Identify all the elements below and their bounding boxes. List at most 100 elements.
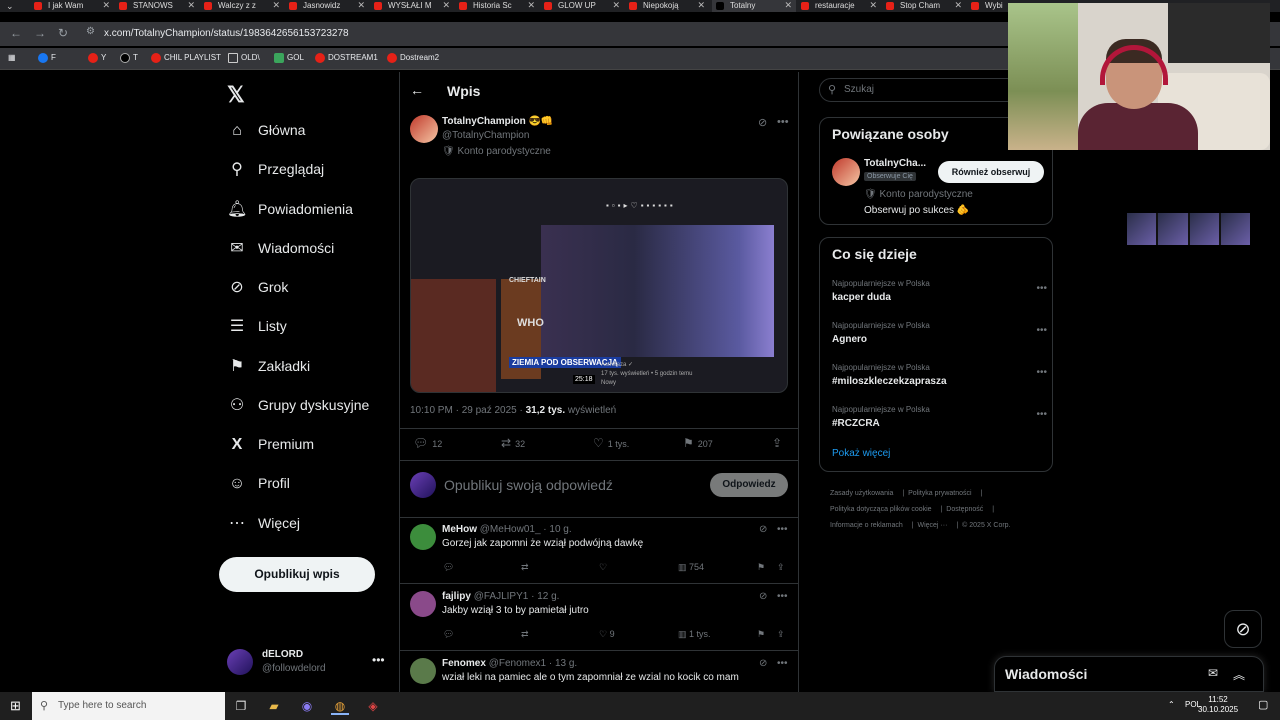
close-tab-icon[interactable]: ✕ xyxy=(272,0,280,11)
app-icon[interactable]: ◉ xyxy=(298,697,316,715)
share-icon[interactable]: ⇪ xyxy=(772,436,786,450)
file-explorer-icon[interactable]: ▰ xyxy=(265,697,283,715)
url-field[interactable]: x.com/TotalnyChampion/status/19836426561… xyxy=(104,28,349,39)
nav-item-grok[interactable]: ⊘ Grok xyxy=(227,274,397,304)
reply-input[interactable]: Opublikuj swoją odpowiedź xyxy=(444,477,613,493)
trend-item[interactable]: Najpopularniejsze w Polska #miloszkleczek… xyxy=(832,363,1047,399)
nav-item-bookmarks[interactable]: ⚑ Zakładki xyxy=(227,353,397,383)
bookmark-item[interactable]: DOSTREAM1 xyxy=(315,53,378,63)
taskbar-search-input[interactable]: ⚲ Type here to search xyxy=(32,692,225,720)
trend-item[interactable]: Najpopularniejsze w Polska kacper duda ••• xyxy=(832,279,1047,315)
close-tab-icon[interactable]: ✕ xyxy=(869,0,877,11)
close-tab-icon[interactable]: ✕ xyxy=(612,0,620,11)
browser-tab[interactable]: GLOW UP ✕ xyxy=(540,0,624,12)
heart-icon[interactable]: ♡ xyxy=(599,562,607,573)
browser-tab[interactable]: Walczy z z ✕ xyxy=(200,0,284,12)
new-message-icon[interactable]: ✉ xyxy=(1208,666,1218,680)
bookmark-item[interactable]: F xyxy=(38,53,56,63)
bookmark-folder[interactable]: OLD\ xyxy=(228,53,260,63)
like-button[interactable]: ♡ 1 tys. xyxy=(593,436,629,450)
post-button[interactable]: Opublikuj wpis xyxy=(219,557,375,592)
more-dots-icon[interactable]: ••• xyxy=(1036,325,1047,336)
close-tab-icon[interactable]: ✕ xyxy=(954,0,962,11)
browser-tab[interactable]: I jak Wam ✕ xyxy=(30,0,114,12)
grok-icon[interactable]: ⊘ xyxy=(758,116,767,129)
bookmark-item[interactable]: GOL xyxy=(274,53,304,63)
browser-tab[interactable]: Historia Sc ✕ xyxy=(455,0,539,12)
browser-tab[interactable]: Jasnowidz ✕ xyxy=(285,0,369,12)
reply-submit-button[interactable]: Odpowiedz xyxy=(710,473,788,497)
avatar[interactable] xyxy=(410,524,436,550)
browser-tab[interactable]: Niepokoją ✕ xyxy=(625,0,709,12)
nav-item-explore[interactable]: ⚲ Przeglądaj xyxy=(227,156,397,186)
browser-tab[interactable]: Wybi xyxy=(967,0,1007,12)
share-icon[interactable]: ⇪ xyxy=(777,629,785,640)
reply-item[interactable]: Fenomex @Fenomex1 · 13 g. ⊘ ••• wział le… xyxy=(400,652,798,692)
bookmark-icon[interactable]: ⚑ xyxy=(757,562,765,573)
nav-item-notifications[interactable]: 🔔︎ Powiadomienia xyxy=(227,196,397,226)
views-button[interactable]: ▥ 1 tys. xyxy=(678,629,711,640)
bookmark-button[interactable]: ⚑ 207 xyxy=(683,436,713,450)
close-tab-icon[interactable]: ✕ xyxy=(527,0,535,11)
nav-item-more[interactable]: ⋯ Więcej xyxy=(227,510,397,540)
nav-item-home[interactable]: ⌂ Główna xyxy=(227,117,397,147)
bookmark-icon[interactable]: ⚑ xyxy=(757,629,765,640)
show-more-link[interactable]: Pokaż więcej xyxy=(832,448,890,459)
task-view-icon[interactable]: ❐ xyxy=(232,697,250,715)
close-tab-icon[interactable]: ✕ xyxy=(102,0,110,11)
close-tab-icon[interactable]: ✕ xyxy=(784,0,792,11)
author-name[interactable]: TotalnyChampion 😎👊 xyxy=(442,116,553,127)
more-dots-icon[interactable]: ••• xyxy=(1036,367,1047,378)
search-input[interactable]: ⚲ Szukaj xyxy=(819,78,1019,102)
grok-icon[interactable]: ⊘ xyxy=(759,591,767,602)
follow-back-button[interactable]: Również obserwuj xyxy=(938,161,1044,183)
repost-button[interactable]: ⇄ 32 xyxy=(501,436,525,450)
back-arrow-icon[interactable]: ← xyxy=(410,82,424,98)
more-dots-icon[interactable]: ••• xyxy=(1036,283,1047,294)
account-switcher[interactable]: dELORD @followdelord ••• xyxy=(227,647,397,687)
like-button[interactable]: ♡ 9 xyxy=(599,629,615,640)
more-dots-icon[interactable]: ••• xyxy=(777,658,788,669)
grok-floating-button[interactable]: ⊘ xyxy=(1224,610,1262,648)
share-icon[interactable]: ⇪ xyxy=(777,562,785,573)
close-tab-icon[interactable]: ✕ xyxy=(187,0,195,11)
windows-start-icon[interactable]: ⊞ xyxy=(10,698,21,714)
more-dots-icon[interactable]: ••• xyxy=(1036,409,1047,420)
clock[interactable]: 11:52 30.10.2025 xyxy=(1198,695,1238,715)
browser-tab[interactable]: Stop Cham ✕ xyxy=(882,0,966,12)
messages-drawer[interactable]: Wiadomości ✉ ︽ xyxy=(994,656,1264,692)
app-icon[interactable]: ◈ xyxy=(364,697,382,715)
site-info-icon[interactable]: ⚙ xyxy=(86,26,95,37)
avatar[interactable] xyxy=(410,658,436,684)
reply-item[interactable]: MeHow @MeHow01_ · 10 g. ⊘ ••• Gorzej jak… xyxy=(400,518,798,584)
avatar[interactable] xyxy=(410,115,438,143)
reply-item[interactable]: fajlipy @FAJLIPY1 · 12 g. ⊘ ••• Jakby wz… xyxy=(400,585,798,651)
apps-grid-icon[interactable]: ▦ xyxy=(8,53,16,62)
more-dots-icon[interactable]: ••• xyxy=(777,524,788,535)
tab-search-icon[interactable]: ⌄ xyxy=(6,1,14,12)
notifications-icon[interactable]: ▢ xyxy=(1258,698,1268,711)
back-arrow-icon[interactable]: ← xyxy=(10,26,22,40)
forward-arrow-icon[interactable]: → xyxy=(34,26,46,40)
trend-item[interactable]: Najpopularniejsze w Polska #RCZCRA ••• xyxy=(832,405,1047,441)
author-handle[interactable]: @TotalnyChampion xyxy=(442,130,529,141)
repost-icon[interactable]: ⇄ xyxy=(521,629,529,640)
trend-item[interactable]: Najpopularniejsze w Polska Agnero ••• xyxy=(832,321,1047,357)
browser-tab[interactable]: WYSŁAŁI M ✕ xyxy=(370,0,454,12)
grok-icon[interactable]: ⊘ xyxy=(759,524,767,535)
browser-tab-active[interactable]: Totalny ✕ xyxy=(712,0,796,12)
reload-icon[interactable]: ↻ xyxy=(58,26,68,40)
nav-item-profile[interactable]: ☺ Profil xyxy=(227,470,397,500)
close-tab-icon[interactable]: ✕ xyxy=(697,0,705,11)
views-button[interactable]: ▥ 754 xyxy=(678,562,704,573)
more-dots-icon[interactable]: ••• xyxy=(372,653,385,667)
more-dots-icon[interactable]: ••• xyxy=(777,591,788,602)
chevron-up-icon[interactable]: ︽ xyxy=(1233,666,1245,683)
browser-tab[interactable]: STANOWS ✕ xyxy=(115,0,199,12)
bookmark-item[interactable]: CHIL PLAYLIST xyxy=(151,53,221,63)
avatar[interactable] xyxy=(832,158,860,186)
nav-item-premium[interactable]: X Premium xyxy=(227,431,397,461)
chrome-icon[interactable]: ◍ xyxy=(331,697,349,715)
reply-icon[interactable]: 💬︎ xyxy=(443,562,454,573)
bookmark-item[interactable]: Y xyxy=(88,53,106,63)
